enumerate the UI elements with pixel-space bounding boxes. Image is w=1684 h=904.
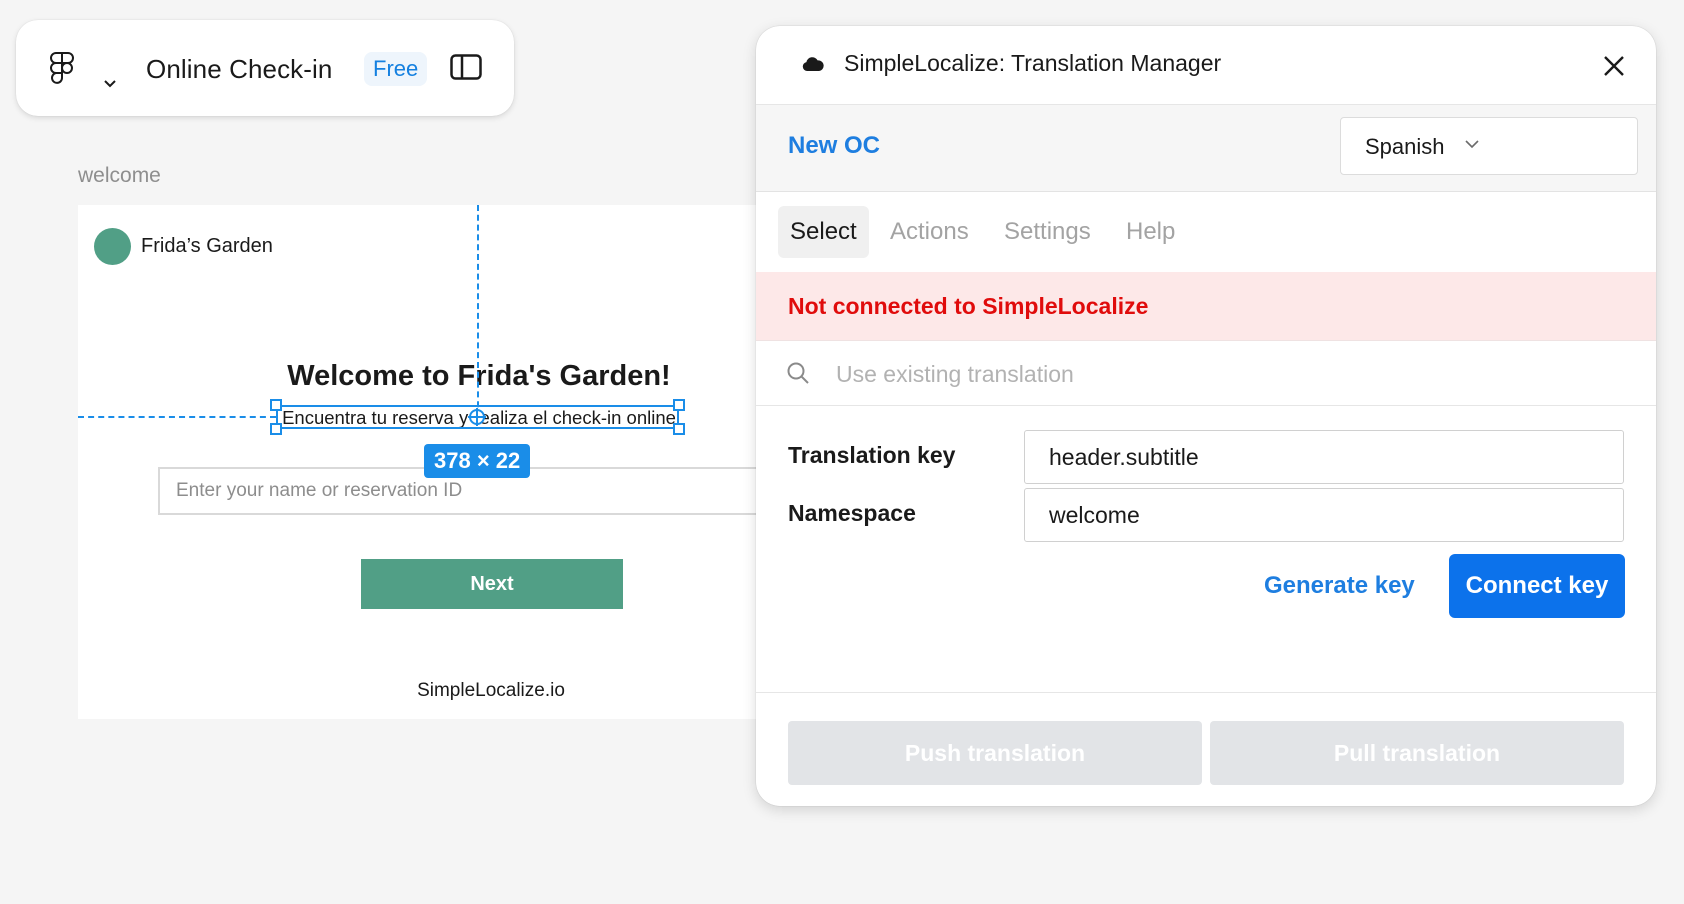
tab-actions[interactable]: Actions: [878, 206, 981, 258]
language-select[interactable]: Spanish: [1340, 117, 1638, 175]
translation-key-input[interactable]: header.subtitle: [1024, 430, 1624, 484]
search-input[interactable]: [834, 351, 1598, 397]
figma-logo-icon[interactable]: [50, 52, 74, 86]
resize-handle-bottom-left[interactable]: [270, 423, 282, 435]
figma-toolbar: Online Check-in Free: [16, 20, 514, 116]
plugin-title: SimpleLocalize: Translation Manager: [844, 50, 1222, 76]
brand-logo: [94, 228, 131, 265]
translation-key-label: Translation key: [788, 442, 956, 468]
welcome-heading[interactable]: Welcome to Frida's Garden!: [78, 360, 768, 393]
close-icon[interactable]: [1602, 54, 1626, 78]
plugin-tabs: Select Actions Settings Help: [756, 192, 1656, 272]
chevron-down-icon[interactable]: [104, 80, 116, 88]
crosshair-icon[interactable]: [468, 408, 486, 426]
alert-text: Not connected to SimpleLocalize: [788, 293, 1149, 319]
sidebar-toggle-icon[interactable]: [450, 54, 482, 80]
chevron-down-icon: [1465, 140, 1479, 149]
resize-handle-top-right[interactable]: [673, 399, 685, 411]
project-bar: New OC Spanish: [756, 105, 1656, 192]
plugin-header: SimpleLocalize: Translation Manager: [756, 26, 1656, 105]
design-frame[interactable]: Frida’s Garden Welcome to Frida's Garden…: [78, 205, 768, 719]
file-title[interactable]: Online Check-in: [146, 54, 332, 85]
vertical-guide: [477, 205, 479, 417]
cloud-icon: [802, 57, 824, 71]
brand-name: Frida’s Garden: [141, 235, 273, 257]
search-row: [756, 341, 1656, 406]
frame-label[interactable]: welcome: [78, 164, 161, 188]
plan-badge[interactable]: Free: [364, 52, 428, 86]
namespace-label: Namespace: [788, 500, 916, 526]
pull-translation-button[interactable]: Pull translation: [1210, 721, 1624, 785]
horizontal-guide: [78, 416, 276, 418]
plugin-footer: Push translation Pull translation: [756, 692, 1656, 806]
push-translation-button[interactable]: Push translation: [788, 721, 1202, 785]
search-icon: [787, 362, 809, 384]
language-value: Spanish: [1365, 134, 1445, 159]
tab-help[interactable]: Help: [1114, 206, 1187, 258]
tab-select[interactable]: Select: [778, 206, 869, 258]
dimension-badge: 378 × 22: [424, 444, 531, 478]
generate-key-button[interactable]: Generate key: [1264, 554, 1415, 618]
project-name-link[interactable]: New OC: [788, 132, 880, 160]
next-button[interactable]: Next: [361, 559, 623, 609]
footer-link[interactable]: SimpleLocalize.io: [78, 680, 768, 702]
connect-key-button[interactable]: Connect key: [1449, 554, 1625, 618]
plugin-window: SimpleLocalize: Translation Manager New …: [756, 26, 1656, 806]
resize-handle-top-left[interactable]: [270, 399, 282, 411]
resize-handle-bottom-right[interactable]: [673, 423, 685, 435]
tab-settings[interactable]: Settings: [992, 206, 1103, 258]
connection-alert: Not connected to SimpleLocalize: [756, 272, 1656, 341]
namespace-input[interactable]: welcome: [1024, 488, 1624, 542]
